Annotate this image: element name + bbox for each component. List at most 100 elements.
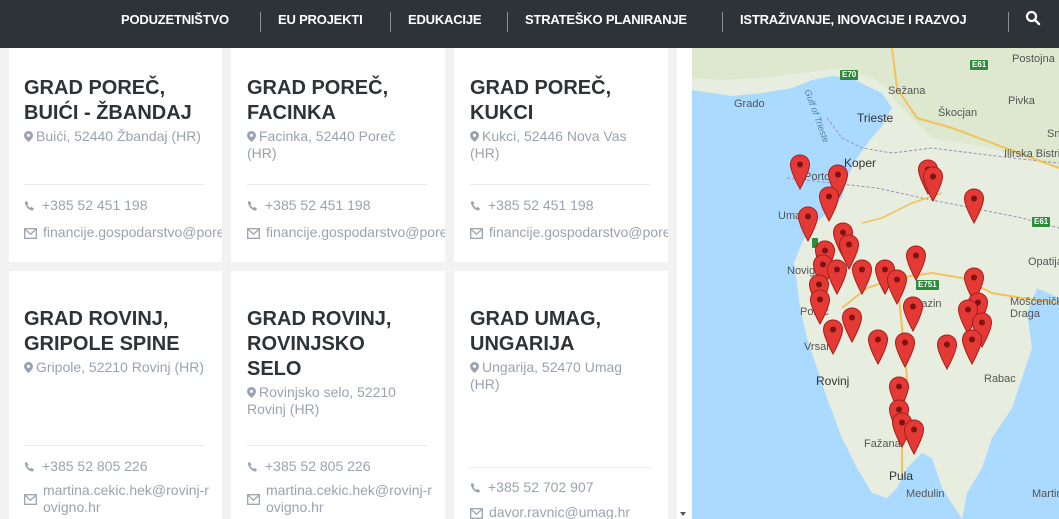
map-pin-icon	[24, 131, 33, 142]
card-address-text: Facinka, 52440 Poreč (HR)	[247, 128, 396, 161]
phone-icon	[247, 201, 257, 211]
map-label: Mošćenička Draga	[1010, 296, 1059, 320]
map-pin-icon	[247, 131, 256, 142]
nav-item-istrazivanje[interactable]: ISTRAŽIVANJE, INOVACIJE I RAZVOJ	[740, 12, 967, 27]
search-icon[interactable]	[1025, 10, 1041, 26]
nav-separator	[507, 12, 508, 32]
scroll-down-arrow-icon[interactable]	[680, 512, 686, 516]
nav-item-eu-projekti[interactable]: EU PROJEKTI	[278, 12, 363, 27]
card-title: GRAD POREČ, BUIĆI - ŽBANDAJ	[24, 77, 192, 124]
map-marker-icon[interactable]	[851, 259, 873, 295]
nav-item-poduzetnistvo[interactable]: PODUZETNIŠTVO	[121, 12, 229, 27]
divider	[247, 184, 427, 185]
card-address: Facinka, 52440 Poreč (HR)	[247, 128, 417, 162]
location-card[interactable]: GRAD POREČ, FACINKA Facinka, 52440 Poreč…	[231, 48, 445, 262]
card-email-text: financije.gospodarstvo@porec.hr	[43, 224, 222, 240]
location-card[interactable]: GRAD UMAG, UNGARIJA Ungarija, 52470 Umag…	[454, 271, 668, 519]
map-marker-icon[interactable]	[818, 186, 840, 222]
phone-icon	[24, 201, 34, 211]
list-scrollbar[interactable]	[677, 48, 692, 519]
card-phone-text: +385 52 451 198	[42, 197, 148, 213]
card-title: GRAD ROVINJ, ROVINJSKO SELO	[247, 308, 392, 380]
card-phone[interactable]: +385 52 702 907	[470, 479, 594, 496]
map-marker-icon[interactable]	[905, 245, 927, 281]
card-email[interactable]: martina.cekic.hek@rovinj-rovigno.hr	[247, 482, 437, 516]
road-shield: E61	[1032, 217, 1051, 227]
map-label: Pivka	[1008, 95, 1035, 107]
card-email[interactable]: financije.gospodarstvo@porec.hr	[24, 224, 222, 241]
map-marker-icon[interactable]	[922, 166, 944, 202]
map-marker-icon[interactable]	[822, 319, 844, 355]
envelope-icon	[24, 228, 37, 239]
road-shield: E70	[840, 70, 859, 80]
road-shield: E751	[916, 280, 939, 290]
phone-icon	[24, 462, 34, 472]
card-email[interactable]: davor.ravnic@umag.hr	[470, 504, 630, 519]
card-phone[interactable]: +385 52 805 226	[24, 458, 148, 475]
card-email[interactable]: financije.gospodarstvo@porec.hr	[247, 224, 445, 241]
map-pin-icon	[247, 387, 256, 398]
map-label: Sne	[1047, 128, 1059, 140]
location-card[interactable]: GRAD ROVINJ, ROVINJSKO SELO Rovinjsko se…	[231, 271, 445, 519]
card-phone-text: +385 52 451 198	[488, 197, 594, 213]
phone-icon	[247, 462, 257, 472]
card-title: GRAD UMAG, UNGARIJA	[470, 308, 602, 355]
card-address: Gripole, 52210 Rovinj (HR)	[24, 359, 219, 376]
card-email-text: financije.gospodarstvo@porec.hr	[489, 224, 668, 240]
card-title: GRAD POREČ, FACINKA	[247, 77, 389, 124]
map-pin-icon	[470, 362, 479, 373]
envelope-icon	[247, 228, 260, 239]
location-card[interactable]: GRAD POREČ, KUKCI Kukci, 52446 Nova Vas …	[454, 48, 668, 262]
divider	[470, 467, 650, 468]
map-label: Postojna	[1012, 53, 1055, 65]
map-marker-icon[interactable]	[903, 419, 925, 455]
map-marker-icon[interactable]	[936, 334, 958, 370]
location-card[interactable]: GRAD ROVINJ, GRIPOLE SPINE Gripole, 5221…	[9, 271, 222, 519]
map-marker-icon[interactable]	[963, 188, 985, 224]
phone-icon	[470, 483, 480, 493]
card-phone[interactable]: +385 52 451 198	[24, 197, 148, 214]
top-navigation: PODUZETNIŠTVO EU PROJEKTI EDUKACIJE STRA…	[0, 0, 1059, 48]
map-label: Pula	[889, 469, 914, 483]
card-email[interactable]: financije.gospodarstvo@porec.hr	[470, 224, 668, 241]
location-list: GRAD POREČ, BUIĆI - ŽBANDAJ Buići, 52440…	[0, 48, 680, 519]
card-address: Kukci, 52446 Nova Vas (HR)	[470, 128, 640, 162]
map-marker-icon[interactable]	[961, 329, 983, 365]
card-title: GRAD ROVINJ, GRIPOLE SPINE	[24, 308, 180, 355]
map-marker-icon[interactable]	[789, 154, 811, 190]
map-marker-icon[interactable]	[841, 307, 863, 343]
map-marker-icon[interactable]	[867, 329, 889, 365]
map-label: Medulin	[906, 488, 945, 500]
card-phone[interactable]: +385 52 451 198	[247, 197, 371, 214]
card-phone[interactable]: +385 52 451 198	[470, 197, 594, 214]
card-email-text: financije.gospodarstvo@porec.hr	[266, 224, 445, 240]
card-email-text: davor.ravnic@umag.hr	[489, 504, 631, 519]
divider	[470, 184, 650, 185]
card-phone-text: +385 52 805 226	[42, 458, 148, 474]
nav-separator	[722, 12, 723, 32]
card-address-text: Buići, 52440 Žbandaj (HR)	[36, 128, 201, 144]
card-email-text: martina.cekic.hek@rovinj-rovigno.hr	[266, 482, 432, 515]
card-email-text: martina.cekic.hek@rovinj-rovigno.hr	[43, 482, 209, 515]
map-marker-icon[interactable]	[797, 206, 819, 242]
envelope-icon	[470, 508, 483, 519]
nav-item-stratesko-planiranje[interactable]: STRATEŠKO PLANIRANJE	[525, 12, 687, 27]
divider	[247, 445, 427, 446]
map-marker-icon[interactable]	[894, 332, 916, 368]
card-phone[interactable]: +385 52 805 226	[247, 458, 371, 475]
map-view[interactable]: E70 E61 E61 E751 Grado Gulf of Trieste T…	[692, 48, 1059, 519]
envelope-icon	[470, 228, 483, 239]
map-marker-icon[interactable]	[902, 296, 924, 332]
card-address-text: Rovinjsko selo, 52210 Rovinj (HR)	[247, 384, 396, 417]
card-address: Buići, 52440 Žbandaj (HR)	[24, 128, 214, 145]
card-address: Rovinjsko selo, 52210 Rovinj (HR)	[247, 384, 417, 418]
card-address-text: Ungarija, 52470 Umag (HR)	[470, 359, 623, 392]
phone-icon	[470, 201, 480, 211]
map-label: Ilirska Bistrica	[1004, 148, 1059, 160]
location-card[interactable]: GRAD POREČ, BUIĆI - ŽBANDAJ Buići, 52440…	[9, 48, 222, 262]
nav-item-edukacije[interactable]: EDUKACIJE	[408, 12, 482, 27]
card-phone-text: +385 52 451 198	[265, 197, 371, 213]
card-title: GRAD POREČ, KUKCI	[470, 77, 612, 124]
map-label: Opatija	[1028, 256, 1059, 268]
card-email[interactable]: martina.cekic.hek@rovinj-rovigno.hr	[24, 482, 214, 516]
